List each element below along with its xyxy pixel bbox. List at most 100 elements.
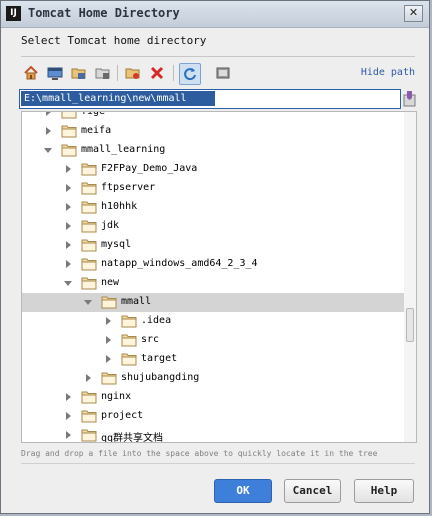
folder-icon: [81, 163, 97, 176]
tree-row-label: h10hhk: [101, 201, 138, 212]
tree-row[interactable]: qq群共享文档: [22, 426, 404, 443]
project-folder-button[interactable]: [69, 63, 89, 83]
folder-icon: [61, 144, 77, 157]
folder-icon: [101, 296, 117, 309]
collapsed-arrow-icon[interactable]: [103, 316, 113, 326]
tree-row[interactable]: nginx: [22, 388, 404, 407]
collapsed-arrow-icon[interactable]: [63, 411, 73, 421]
path-input[interactable]: [21, 91, 215, 106]
tree-row-label: mmall_learning: [81, 144, 166, 155]
tree-row-label: target: [141, 353, 178, 364]
tree-row[interactable]: natapp_windows_amd64_2_3_4: [22, 255, 404, 274]
tree-row[interactable]: mysql: [22, 236, 404, 255]
collapsed-arrow-icon[interactable]: [63, 259, 73, 269]
delete-icon: [150, 66, 164, 80]
refresh-button[interactable]: [179, 63, 201, 85]
folder-icon: [101, 372, 117, 385]
collapsed-arrow-icon[interactable]: [63, 202, 73, 212]
tree-row-label: nginx: [101, 391, 132, 402]
divider: [21, 56, 415, 57]
tree-row[interactable]: F2FPay_Demo_Java: [22, 160, 404, 179]
title-bar[interactable]: IJ Tomcat Home Directory ✕: [1, 1, 429, 28]
home-icon: [24, 65, 38, 80]
tree-row[interactable]: ftpserver: [22, 179, 404, 198]
folder-icon: [81, 220, 97, 233]
collapsed-arrow-icon[interactable]: [63, 183, 73, 193]
file-tree[interactable]: qq群共享文档 project nginx shujubangding target sr…: [21, 111, 417, 443]
tree-row-label: src: [141, 334, 160, 345]
path-field[interactable]: [19, 89, 401, 109]
folder-icon: [121, 353, 137, 366]
delete-button[interactable]: [147, 63, 167, 83]
tree-row-label: .idea: [141, 315, 172, 326]
desktop-button[interactable]: [45, 63, 65, 83]
ok-button[interactable]: OK: [214, 479, 272, 503]
folder-icon: [81, 277, 97, 290]
tree-row[interactable]: mmall_learning: [22, 141, 404, 160]
scrollbar-thumb[interactable]: [406, 308, 414, 342]
collapsed-arrow-icon[interactable]: [63, 164, 73, 174]
tree-row-label: F2FPay_Demo_Java: [101, 163, 198, 174]
tree-row-label: fige: [81, 111, 106, 117]
folder-icon: [61, 125, 77, 138]
collapsed-arrow-icon[interactable]: [103, 335, 113, 345]
show-hidden-button[interactable]: [213, 63, 233, 83]
folder-icon: [81, 391, 97, 404]
home-button[interactable]: [21, 63, 41, 83]
module-folder-button[interactable]: [93, 63, 113, 83]
close-button[interactable]: ✕: [404, 5, 423, 22]
cancel-button[interactable]: Cancel: [284, 479, 341, 503]
folder-icon: [81, 239, 97, 252]
drag-drop-hint: Drag and drop a file into the space abov…: [21, 449, 378, 458]
toolbar-separator: [117, 65, 118, 81]
project-folder-icon: [71, 68, 86, 79]
path-history-button[interactable]: [403, 90, 416, 107]
dialog-subtitle: Select Tomcat home directory: [21, 34, 207, 47]
collapsed-arrow-icon[interactable]: [43, 111, 53, 117]
collapsed-arrow-icon[interactable]: [63, 221, 73, 231]
collapsed-arrow-icon[interactable]: [103, 354, 113, 364]
tree-row[interactable]: meifa: [22, 122, 404, 141]
tree-row[interactable]: target: [22, 350, 404, 369]
intellij-app-icon: IJ: [6, 6, 21, 21]
path-history-icon: [403, 91, 416, 107]
collapsed-arrow-icon[interactable]: [83, 373, 93, 383]
expanded-arrow-icon[interactable]: [83, 297, 93, 307]
desktop-icon: [47, 67, 63, 80]
tree-row[interactable]: .idea: [22, 312, 404, 331]
expanded-arrow-icon[interactable]: [43, 145, 53, 155]
tree-row-label: mysql: [101, 239, 132, 250]
expanded-arrow-icon[interactable]: [63, 278, 73, 288]
collapsed-arrow-icon[interactable]: [63, 392, 73, 402]
tree-row-label: jdk: [101, 220, 120, 231]
tree-row[interactable]: mmall: [22, 293, 404, 312]
tree-row[interactable]: jdk: [22, 217, 404, 236]
folder-icon: [121, 334, 137, 347]
tree-row[interactable]: src: [22, 331, 404, 350]
tree-row-label: ftpserver: [101, 182, 156, 193]
tree-row[interactable]: project: [22, 407, 404, 426]
tree-row[interactable]: h10hhk: [22, 198, 404, 217]
hide-path-link[interactable]: Hide path: [361, 67, 415, 78]
tree-row[interactable]: new: [22, 274, 404, 293]
tree-row[interactable]: shujubangding: [22, 369, 404, 388]
folder-icon: [81, 429, 97, 442]
tree-row-label: project: [101, 410, 144, 421]
new-folder-button[interactable]: [123, 63, 143, 83]
tree-row-label: qq群共享文档: [101, 433, 164, 443]
tree-row-label: shujubangding: [121, 372, 200, 383]
collapsed-arrow-icon[interactable]: [63, 240, 73, 250]
folder-icon: [81, 258, 97, 271]
folder-icon: [81, 410, 97, 423]
folder-icon: [81, 201, 97, 214]
collapsed-arrow-icon[interactable]: [43, 126, 53, 136]
divider: [21, 463, 415, 464]
tree-row[interactable]: fige: [22, 111, 404, 122]
tree-row-label: meifa: [81, 125, 112, 136]
refresh-icon: [184, 68, 196, 81]
dialog-window: IJ Tomcat Home Directory ✕ Select Tomcat…: [0, 0, 430, 514]
show-hidden-icon: [216, 67, 230, 79]
tree-scrollbar[interactable]: [404, 112, 416, 442]
help-button[interactable]: Help: [354, 479, 414, 503]
collapsed-arrow-icon[interactable]: [63, 430, 73, 440]
